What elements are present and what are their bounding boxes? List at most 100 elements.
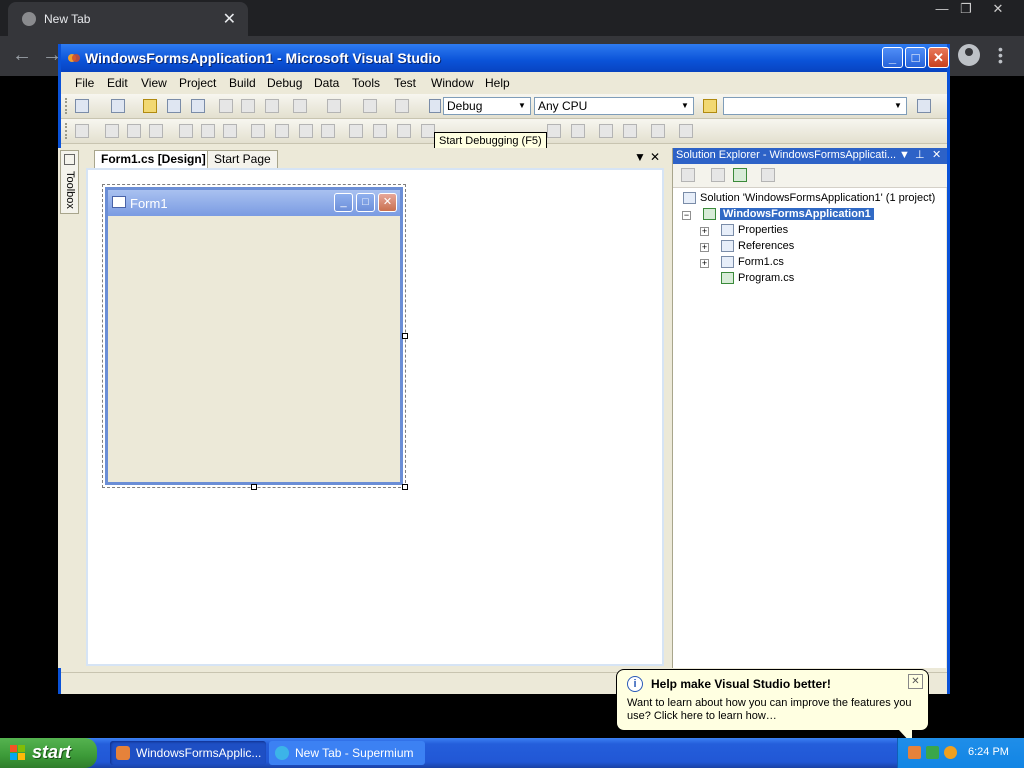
make-same-size-icon[interactable] [321, 124, 335, 138]
size-to-grid-icon[interactable] [299, 124, 313, 138]
network-tray-icon[interactable] [926, 746, 939, 759]
menu-tools[interactable]: Tools [352, 76, 380, 90]
show-all-files-icon[interactable] [711, 168, 725, 182]
back-arrow-icon[interactable]: ← [12, 44, 32, 67]
bring-to-front-icon[interactable] [599, 124, 613, 138]
align-tops-icon[interactable] [179, 124, 193, 138]
menu-edit[interactable]: Edit [107, 76, 128, 90]
tree-solution[interactable]: Solution 'WindowsFormsApplication1' (1 p… [683, 190, 935, 206]
menu-data[interactable]: Data [314, 76, 339, 90]
window-close-button[interactable]: ✕ [984, 0, 1012, 18]
find-dropdown[interactable]: ▼ [723, 97, 907, 115]
solution-explorer-toolbar-icon[interactable] [917, 99, 931, 113]
save-all-icon[interactable] [191, 99, 205, 113]
taskbar-item-visual-studio[interactable]: WindowsFormsApplic... [110, 741, 266, 765]
lock-controls-icon[interactable] [679, 124, 693, 138]
profile-avatar-icon[interactable] [958, 44, 980, 66]
active-files-dropdown-icon[interactable]: ▼ [634, 150, 646, 164]
resize-handle-bottom[interactable] [251, 484, 257, 490]
solution-platform-dropdown[interactable]: Any CPU ▼ [534, 97, 694, 115]
browser-tab[interactable]: New Tab ✕ [8, 2, 248, 36]
align-to-grid-icon[interactable] [75, 124, 89, 138]
cut-icon[interactable] [219, 99, 233, 113]
align-lefts-icon[interactable] [105, 124, 119, 138]
menu-view[interactable]: View [141, 76, 167, 90]
find-in-files-icon[interactable] [703, 99, 717, 113]
align-bottoms-icon[interactable] [223, 124, 237, 138]
collapse-icon[interactable]: − [682, 211, 691, 220]
close-document-icon[interactable]: ✕ [650, 150, 660, 164]
make-same-height-icon[interactable] [275, 124, 289, 138]
taskbar-item-supermium[interactable]: New Tab - Supermium [269, 741, 425, 765]
resize-handle-corner[interactable] [402, 484, 408, 490]
search-tray-icon[interactable] [944, 746, 957, 759]
decrease-horizontal-spacing-icon[interactable] [397, 124, 411, 138]
start-button[interactable]: start [0, 738, 97, 768]
tree-item-form1[interactable]: Form1.cs [721, 254, 784, 270]
tab-form1-design[interactable]: Form1.cs [Design] [94, 150, 213, 168]
menu-help[interactable]: Help [485, 76, 510, 90]
notification-balloon[interactable]: i Help make Visual Studio better! Want t… [616, 669, 929, 731]
tree-item-references[interactable]: References [721, 238, 794, 254]
menu-window[interactable]: Window [431, 76, 474, 90]
start-debugging-icon[interactable] [429, 99, 441, 113]
align-middles-icon[interactable] [201, 124, 215, 138]
send-to-back-icon[interactable] [623, 124, 637, 138]
balloon-close-icon[interactable]: ✕ [908, 674, 923, 689]
horizontal-spacing-icon[interactable] [349, 124, 363, 138]
menu-debug[interactable]: Debug [267, 76, 302, 90]
view-class-diagram-icon[interactable] [761, 168, 775, 182]
remove-horizontal-spacing-icon[interactable] [421, 124, 435, 138]
browser-menu-icon[interactable]: • • • [998, 42, 1003, 68]
menu-build[interactable]: Build [229, 76, 256, 90]
vs-minimize-button[interactable]: _ [882, 47, 903, 68]
paste-icon[interactable] [265, 99, 279, 113]
redo-icon[interactable] [327, 99, 341, 113]
window-position-icon[interactable]: ▼ [899, 148, 910, 163]
expand-icon[interactable]: + [700, 227, 709, 236]
add-item-icon[interactable] [111, 99, 125, 113]
copy-icon[interactable] [241, 99, 255, 113]
toolbar-grip[interactable] [65, 123, 68, 139]
vs-title-bar[interactable]: WindowsFormsApplication1 - Microsoft Vis… [61, 44, 949, 72]
align-rights-icon[interactable] [149, 124, 163, 138]
menu-project[interactable]: Project [179, 76, 216, 90]
auto-hide-pin-icon[interactable]: ⊥ [915, 148, 925, 163]
center-vertically-icon[interactable] [571, 124, 585, 138]
navigate-forward-icon[interactable] [395, 99, 409, 113]
window-restore-button[interactable]: ❐ [952, 0, 980, 18]
resize-handle-right[interactable] [402, 333, 408, 339]
expand-icon[interactable]: + [700, 243, 709, 252]
open-folder-icon[interactable] [143, 99, 157, 113]
toolbox-tab[interactable]: Toolbox [60, 150, 79, 214]
make-same-width-icon[interactable] [251, 124, 265, 138]
toolbar-grip[interactable] [65, 98, 68, 114]
tab-order-icon[interactable] [651, 124, 665, 138]
tree-item-properties[interactable]: Properties [721, 222, 788, 238]
tab-close-icon[interactable]: ✕ [223, 9, 236, 29]
refresh-icon[interactable] [733, 168, 747, 182]
expand-icon[interactable]: + [700, 259, 709, 268]
solution-explorer-title-bar[interactable]: Solution Explorer - WindowsFormsApplicat… [673, 148, 947, 164]
increase-horizontal-spacing-icon[interactable] [373, 124, 387, 138]
save-icon[interactable] [167, 99, 181, 113]
new-project-icon[interactable] [75, 99, 89, 113]
undo-icon[interactable] [293, 99, 307, 113]
tree-project[interactable]: WindowsFormsApplication1 [703, 206, 874, 222]
balloon-body-link[interactable]: Want to learn about how you can improve … [627, 697, 919, 723]
solution-configuration-dropdown[interactable]: Debug ▼ [443, 97, 531, 115]
properties-icon[interactable] [681, 168, 695, 182]
menu-test[interactable]: Test [394, 76, 416, 90]
form1-window[interactable]: Form1 _ □ ✕ [105, 187, 403, 485]
menu-file[interactable]: File [75, 76, 94, 90]
close-panel-icon[interactable]: ✕ [932, 148, 941, 163]
tree-item-program[interactable]: Program.cs [721, 270, 794, 286]
navigate-backward-icon[interactable] [363, 99, 377, 113]
form-designer-surface[interactable]: Form1 _ □ ✕ [86, 168, 664, 666]
vs-feedback-tray-icon[interactable] [908, 746, 921, 759]
vs-maximize-button[interactable]: □ [905, 47, 926, 68]
form1-title-bar[interactable]: Form1 _ □ ✕ [108, 190, 400, 216]
form-selection-frame[interactable]: Form1 _ □ ✕ [102, 184, 406, 488]
vs-close-button[interactable]: ✕ [928, 47, 949, 68]
center-horizontally-icon[interactable] [547, 124, 561, 138]
